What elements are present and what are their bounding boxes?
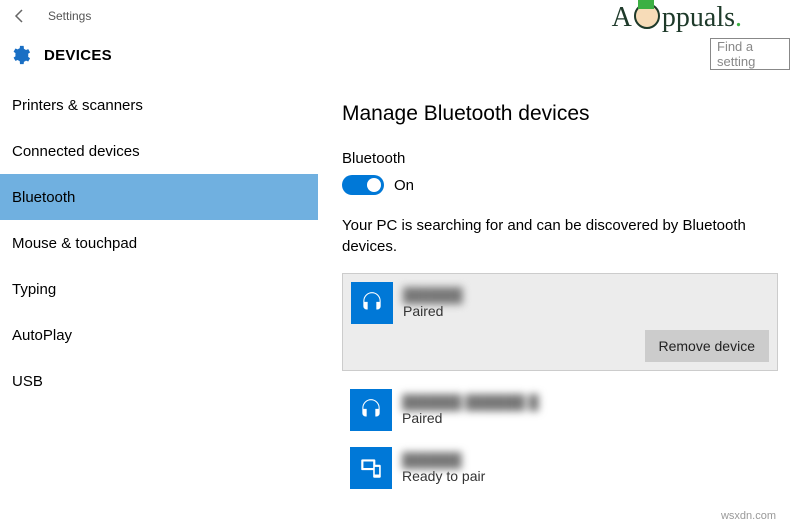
device-item[interactable]: ██████ Paired Remove device (342, 273, 778, 371)
sidebar-label: USB (12, 373, 43, 390)
section-title: DEVICES (44, 47, 112, 64)
device-name: ██████ ██████ █ (402, 394, 539, 410)
headset-icon (350, 389, 392, 431)
sidebar-item-bluetooth[interactable]: Bluetooth (0, 174, 318, 220)
window-title: Settings (48, 9, 91, 23)
sidebar-item-usb[interactable]: USB (0, 358, 318, 404)
sidebar-item-printers[interactable]: Printers & scanners (0, 82, 318, 128)
headset-icon (351, 282, 393, 324)
device-pair-icon (350, 447, 392, 489)
sidebar-item-mouse-touchpad[interactable]: Mouse & touchpad (0, 220, 318, 266)
search-placeholder: Find a setting (717, 39, 789, 69)
sidebar-label: Typing (12, 281, 56, 298)
bluetooth-status-text: Your PC is searching for and can be disc… (342, 215, 790, 257)
search-input[interactable]: Find a setting (710, 38, 790, 70)
device-item[interactable]: ██████ Ready to pair (342, 439, 778, 497)
content-panel: Manage Bluetooth devices Bluetooth On Yo… (318, 78, 790, 528)
sidebar-item-autoplay[interactable]: AutoPlay (0, 312, 318, 358)
sidebar-label: AutoPlay (12, 327, 72, 344)
device-item[interactable]: ██████ ██████ █ Paired (342, 381, 778, 439)
header: DEVICES Find a setting (0, 32, 790, 78)
device-name: ██████ (403, 287, 463, 303)
sidebar-label: Printers & scanners (12, 97, 143, 114)
bluetooth-toggle[interactable] (342, 175, 384, 195)
sidebar-label: Bluetooth (12, 189, 75, 206)
device-status: Ready to pair (402, 468, 485, 484)
remove-device-button[interactable]: Remove device (645, 330, 770, 362)
bluetooth-toggle-label: Bluetooth (342, 150, 790, 167)
device-list: ██████ Paired Remove device ██████ █████… (342, 273, 790, 497)
page-heading: Manage Bluetooth devices (342, 102, 790, 126)
sidebar-label: Mouse & touchpad (12, 235, 137, 252)
device-status: Paired (403, 303, 463, 319)
device-status: Paired (402, 410, 539, 426)
device-name: ██████ (402, 452, 485, 468)
bluetooth-toggle-state: On (394, 177, 414, 194)
back-button[interactable] (8, 4, 32, 28)
sidebar-item-typing[interactable]: Typing (0, 266, 318, 312)
sidebar: Printers & scanners Connected devices Bl… (0, 78, 318, 528)
sidebar-label: Connected devices (12, 143, 140, 160)
titlebar: Settings (0, 0, 790, 32)
sidebar-item-connected-devices[interactable]: Connected devices (0, 128, 318, 174)
gear-icon (8, 43, 32, 67)
